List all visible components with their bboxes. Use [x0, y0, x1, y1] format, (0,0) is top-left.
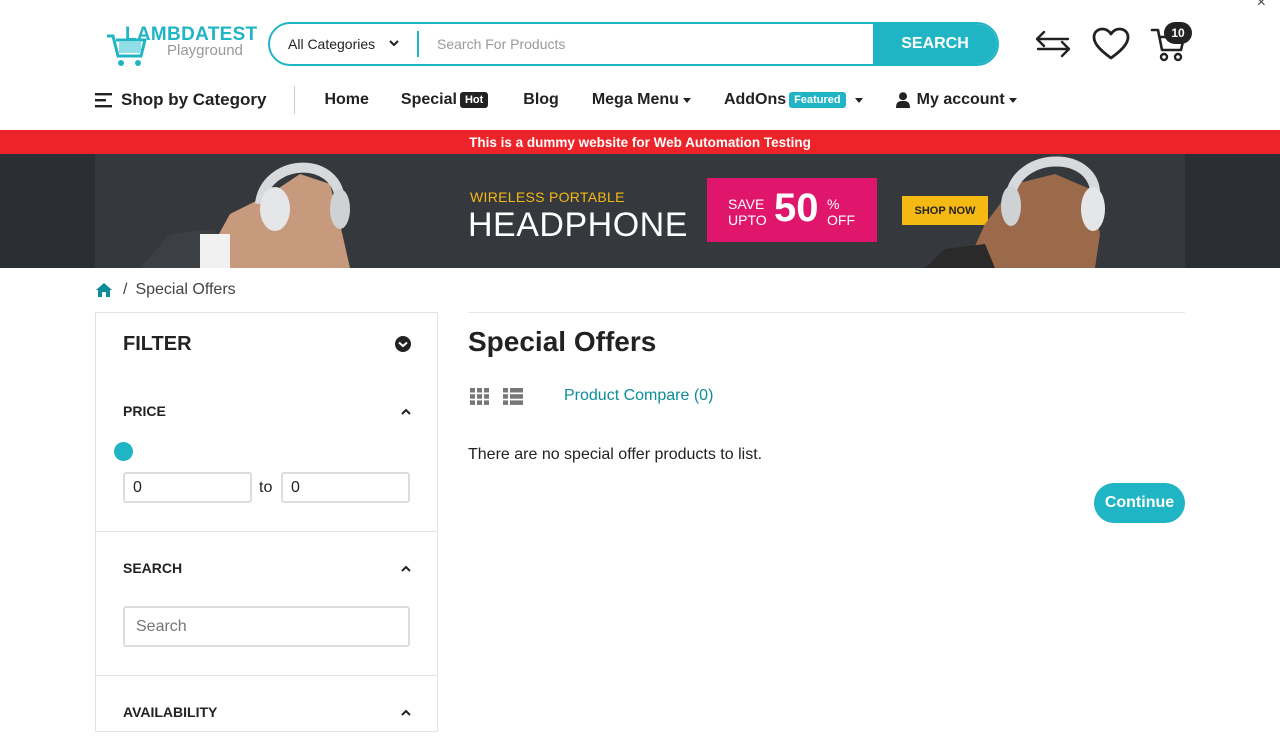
- headphone-model-right-image: [925, 156, 1105, 268]
- list-view-icon[interactable]: [503, 388, 523, 405]
- search-button[interactable]: SEARCH: [873, 24, 997, 64]
- shop-by-category[interactable]: Shop by Category: [95, 90, 266, 110]
- category-select[interactable]: All Categories: [270, 24, 417, 64]
- nav-mega-menu-label: Mega Menu: [591, 91, 679, 108]
- nav-special[interactable]: Special Hot: [400, 91, 489, 109]
- chevron-circle-down-icon[interactable]: [394, 335, 412, 353]
- promo-title: HEADPHONE: [468, 206, 688, 244]
- nav-addons[interactable]: AddOns Featured: [724, 91, 863, 109]
- filter-search-input[interactable]: [123, 606, 410, 647]
- chevron-up-icon[interactable]: [400, 406, 412, 416]
- filter-search-label: SEARCH: [123, 560, 183, 576]
- breadcrumb: / Special Offers: [95, 279, 236, 301]
- compare-arrows-icon[interactable]: [1034, 28, 1072, 60]
- site-logo[interactable]: LAMBDATEST Playground: [105, 22, 257, 70]
- user-icon: [895, 92, 910, 108]
- promo-subtitle: WIRELESS PORTABLE: [470, 189, 625, 205]
- discount-badge: SAVE UPTO 50 % OFF: [707, 178, 877, 242]
- nav-blog-label: Blog: [523, 91, 559, 108]
- nav-special-label: Special: [400, 91, 457, 108]
- discount-suffix: % OFF: [827, 196, 855, 228]
- headphone-model-left-image: [140, 162, 350, 268]
- filter-availability-label: AVAILABILITY: [123, 704, 218, 720]
- chevron-up-icon[interactable]: [400, 707, 412, 717]
- nav-my-account[interactable]: My account: [895, 91, 1017, 109]
- content-top-divider: [468, 312, 1185, 313]
- caret-down-icon: [682, 97, 691, 103]
- filter-panel: FILTER PRICE SEARCH AVAILABILITY: [95, 312, 438, 732]
- nav-home-label: Home: [324, 91, 369, 108]
- nav-addons-label: AddOns: [723, 91, 787, 108]
- discount-save-label: SAVE UPTO: [728, 196, 767, 228]
- promo-inner: WIRELESS PORTABLE HEADPHONE SAVE UPTO 50…: [95, 154, 1185, 268]
- price-max-input[interactable]: 0: [281, 472, 410, 503]
- price-to-label: to: [259, 479, 273, 496]
- discount-save-word: SAVE: [728, 196, 765, 212]
- filter-price-section: PRICE: [96, 375, 437, 532]
- heart-icon[interactable]: [1092, 27, 1130, 61]
- promo-banner[interactable]: WIRELESS PORTABLE HEADPHONE SAVE UPTO 50…: [0, 154, 1280, 268]
- search-input[interactable]: [419, 24, 873, 64]
- discount-value: 50: [774, 186, 819, 230]
- caret-down-icon: [1008, 97, 1017, 103]
- breadcrumb-separator: /: [123, 281, 128, 298]
- logo-subtext: Playground: [167, 42, 243, 59]
- nav-blog[interactable]: Blog: [523, 91, 559, 109]
- continue-button[interactable]: Continue: [1094, 483, 1185, 523]
- close-icon[interactable]: ×: [1257, 0, 1266, 12]
- main-nav: Shop by Category Home Special Hot Blog M…: [95, 86, 1017, 114]
- featured-badge: Featured: [789, 92, 846, 108]
- nav-mega-menu[interactable]: Mega Menu: [592, 91, 691, 109]
- chevron-down-icon: [389, 40, 399, 47]
- chevron-up-icon[interactable]: [400, 563, 412, 573]
- caret-down-icon: [854, 97, 863, 103]
- hot-badge: Hot: [459, 92, 489, 108]
- discount-percent: %: [827, 196, 840, 212]
- product-compare-link[interactable]: Product Compare (0): [564, 387, 713, 405]
- price-slider-handle[interactable]: [114, 442, 133, 461]
- discount-upto-word: UPTO: [728, 212, 767, 228]
- cart-count-badge: 10: [1164, 22, 1192, 44]
- nav-divider: [294, 86, 296, 114]
- filter-price-label: PRICE: [123, 403, 166, 419]
- nav-my-account-label: My account: [916, 91, 1005, 108]
- category-select-value: All Categories: [288, 36, 376, 52]
- page-title: Special Offers: [468, 326, 657, 357]
- shop-by-category-label: Shop by Category: [121, 90, 267, 109]
- breadcrumb-current[interactable]: Special Offers: [135, 281, 235, 299]
- search-bar: All Categories SEARCH: [268, 22, 999, 66]
- nav-home[interactable]: Home: [324, 91, 368, 109]
- filter-availability-section: AVAILABILITY: [96, 676, 437, 736]
- empty-message: There are no special offer products to l…: [468, 446, 763, 463]
- price-min-input[interactable]: 0: [123, 472, 252, 503]
- filter-title: FILTER: [123, 333, 192, 355]
- discount-off: OFF: [827, 212, 855, 228]
- menu-icon: [95, 93, 112, 108]
- grid-view-icon[interactable]: [470, 388, 489, 405]
- notice-banner: This is a dummy website for Web Automati…: [0, 130, 1280, 154]
- filter-search-section: SEARCH: [96, 532, 437, 676]
- home-icon[interactable]: [95, 282, 113, 298]
